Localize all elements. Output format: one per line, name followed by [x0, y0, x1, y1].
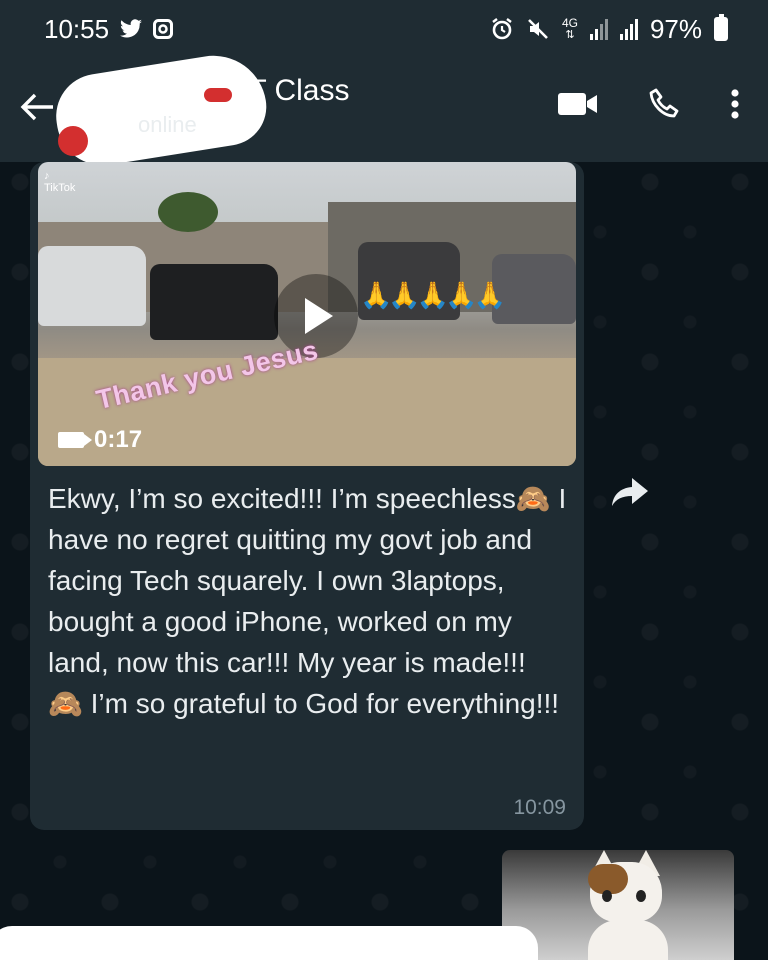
- message-bubble[interactable]: ♪ TikTok 🙏🙏🙏🙏🙏 Thank you Jesus 0:17 Ekwy…: [30, 162, 584, 830]
- chat-header: IT Class online: [0, 48, 768, 172]
- chat-title: IT Class: [240, 74, 350, 107]
- white-suv: [38, 246, 146, 326]
- forward-icon[interactable]: [608, 474, 652, 510]
- video-camera-icon: [58, 432, 92, 448]
- battery-icon: [714, 14, 728, 41]
- alarm-icon: [490, 17, 514, 41]
- video-thumbnail[interactable]: ♪ TikTok 🙏🙏🙏🙏🙏 Thank you Jesus 0:17: [38, 162, 576, 466]
- duration-label: 0:17: [94, 426, 143, 453]
- video-call-icon[interactable]: [558, 91, 598, 122]
- message-text: Ekwy, I’m so excited!!! I’m speechless🙈 …: [48, 483, 567, 719]
- chat-status: online: [138, 112, 197, 137]
- status-bar: 10:55 4G ⇅ 97%: [0, 0, 768, 58]
- mute-icon: [526, 17, 550, 41]
- chat-title-area[interactable]: IT Class online: [138, 74, 349, 138]
- chat-area[interactable]: ♪ TikTok 🙏🙏🙏🙏🙏 Thank you Jesus 0:17 Ekwy…: [0, 162, 768, 960]
- bottom-panel[interactable]: [0, 926, 538, 960]
- tiktok-watermark: ♪ TikTok: [44, 170, 76, 195]
- cat-body: [588, 920, 668, 960]
- battery-percent: 97%: [649, 13, 702, 44]
- black-car: [150, 264, 278, 340]
- message-time: 10:09: [513, 796, 566, 819]
- signal-icon-2: [619, 18, 638, 40]
- palm-tree: [158, 192, 218, 232]
- cat-eye-right: [636, 890, 646, 902]
- status-time: 10:55: [44, 13, 110, 44]
- signal-icon: [589, 18, 608, 40]
- grey-car: [492, 254, 576, 324]
- phone-icon[interactable]: [648, 88, 680, 125]
- instagram-icon: [153, 19, 174, 39]
- play-icon: [305, 298, 333, 334]
- video-duration: 0:17: [58, 426, 142, 454]
- praying-hands-emoji-row: 🙏🙏🙏🙏🙏: [360, 280, 506, 310]
- cat-eye-left: [602, 890, 612, 902]
- whatsapp-chat-screen: 10:55 4G ⇅ 97% IT Class online ♪ TikTok …: [0, 0, 768, 960]
- network-label: 4G: [561, 16, 578, 30]
- avatar: [58, 126, 88, 156]
- twitter-icon: [119, 19, 143, 39]
- more-vert-icon[interactable]: [730, 88, 740, 125]
- back-arrow-icon[interactable]: [12, 88, 62, 133]
- network-type: 4G ⇅: [561, 16, 578, 41]
- header-actions: [558, 88, 740, 125]
